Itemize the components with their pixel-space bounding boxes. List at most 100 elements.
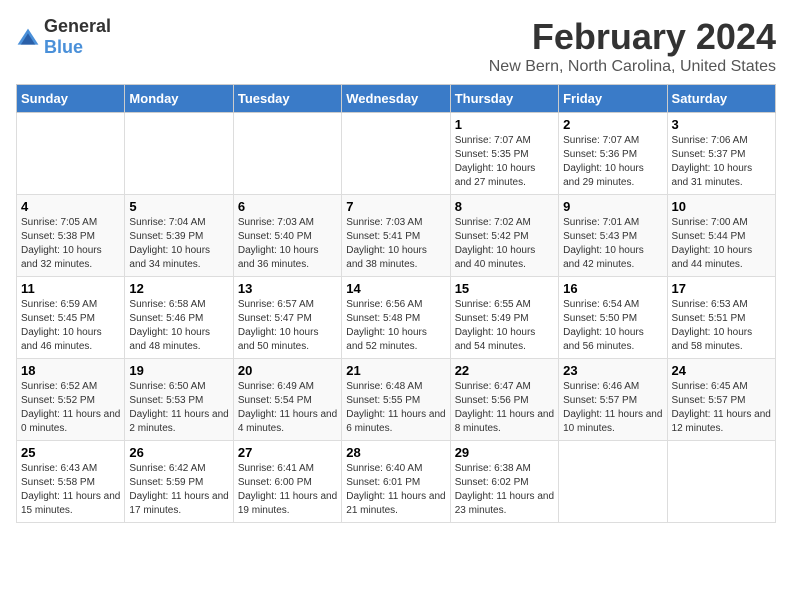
day-info: Sunrise: 6:53 AMSunset: 5:51 PMDaylight:… [672, 298, 771, 354]
calendar-cell [125, 113, 233, 195]
day-info: Sunrise: 6:56 AMSunset: 5:48 PMDaylight:… [346, 298, 445, 354]
calendar-cell: 17 Sunrise: 6:53 AMSunset: 5:51 PMDayligh… [667, 277, 775, 359]
day-info: Sunrise: 7:07 AMSunset: 5:35 PMDaylight:… [455, 134, 554, 190]
day-number: 20 [238, 363, 337, 378]
calendar-cell: 22Sunrise: 6:47 AMSunset: 5:56 PMDayligh… [450, 359, 558, 441]
day-number: 17 [672, 281, 771, 296]
calendar-cell: 25 Sunrise: 6:43 AMSunset: 5:58 PMDayligh… [17, 441, 125, 523]
header-day-sunday: Sunday [17, 85, 125, 113]
day-info: Sunrise: 7:03 AMSunset: 5:40 PMDaylight:… [238, 216, 337, 272]
day-info: Sunrise: 7:04 AMSunset: 5:39 PMDaylight:… [129, 216, 228, 272]
day-number: 10 [672, 199, 771, 214]
day-number: 2 [563, 117, 662, 132]
day-number: 13 [238, 281, 337, 296]
day-info: Sunrise: 6:46 AMSunset: 5:57 PMDaylight:… [563, 380, 662, 436]
day-number: 16 [563, 281, 662, 296]
calendar-cell: 11 Sunrise: 6:59 AMSunset: 5:45 PMDayligh… [17, 277, 125, 359]
day-number: 23 [563, 363, 662, 378]
calendar-cell: 23 Sunrise: 6:46 AMSunset: 5:57 PMDayligh… [559, 359, 667, 441]
day-number: 8 [455, 199, 554, 214]
day-info: Sunrise: 6:57 AMSunset: 5:47 PMDaylight:… [238, 298, 337, 354]
calendar-cell: 13 Sunrise: 6:57 AMSunset: 5:47 PMDayligh… [233, 277, 341, 359]
calendar-cell [559, 441, 667, 523]
day-number: 25 [21, 445, 120, 460]
header-day-friday: Friday [559, 85, 667, 113]
calendar-week-row: 4 Sunrise: 7:05 AMSunset: 5:38 PMDaylight… [17, 195, 776, 277]
calendar-cell: 26Sunrise: 6:42 AMSunset: 5:59 PMDayligh… [125, 441, 233, 523]
main-title: February 2024 [489, 16, 776, 58]
calendar-cell: 6 Sunrise: 7:03 AMSunset: 5:40 PMDaylight… [233, 195, 341, 277]
header-day-saturday: Saturday [667, 85, 775, 113]
calendar-cell [667, 441, 775, 523]
day-number: 3 [672, 117, 771, 132]
header-day-wednesday: Wednesday [342, 85, 450, 113]
calendar-cell: 5 Sunrise: 7:04 AMSunset: 5:39 PMDaylight… [125, 195, 233, 277]
header-day-monday: Monday [125, 85, 233, 113]
calendar-week-row: 11 Sunrise: 6:59 AMSunset: 5:45 PMDayligh… [17, 277, 776, 359]
day-number: 14 [346, 281, 445, 296]
day-number: 5 [129, 199, 228, 214]
day-number: 6 [238, 199, 337, 214]
calendar-cell: 15Sunrise: 6:55 AMSunset: 5:49 PMDayligh… [450, 277, 558, 359]
day-number: 18 [21, 363, 120, 378]
day-number: 29 [455, 445, 554, 460]
day-number: 9 [563, 199, 662, 214]
calendar-cell: 21Sunrise: 6:48 AMSunset: 5:55 PMDayligh… [342, 359, 450, 441]
day-info: Sunrise: 7:00 AMSunset: 5:44 PMDaylight:… [672, 216, 771, 272]
calendar-cell: 3 Sunrise: 7:06 AMSunset: 5:37 PMDaylight… [667, 113, 775, 195]
logo-text-blue: Blue [44, 37, 83, 57]
calendar-cell: 16Sunrise: 6:54 AMSunset: 5:50 PMDayligh… [559, 277, 667, 359]
day-number: 15 [455, 281, 554, 296]
day-info: Sunrise: 6:38 AMSunset: 6:02 PMDaylight:… [455, 462, 554, 518]
day-number: 24 [672, 363, 771, 378]
calendar-cell: 2 Sunrise: 7:07 AMSunset: 5:36 PMDaylight… [559, 113, 667, 195]
calendar-cell: 24 Sunrise: 6:45 AMSunset: 5:57 PMDayligh… [667, 359, 775, 441]
calendar-cell: 27 Sunrise: 6:41 AMSunset: 6:00 PMDayligh… [233, 441, 341, 523]
day-info: Sunrise: 6:49 AMSunset: 5:54 PMDaylight:… [238, 380, 337, 436]
subtitle: New Bern, North Carolina, United States [489, 58, 776, 76]
calendar-cell: 10 Sunrise: 7:00 AMSunset: 5:44 PMDayligh… [667, 195, 775, 277]
day-info: Sunrise: 7:06 AMSunset: 5:37 PMDaylight:… [672, 134, 771, 190]
calendar-cell: 7Sunrise: 7:03 AMSunset: 5:41 PMDaylight… [342, 195, 450, 277]
day-number: 26 [129, 445, 228, 460]
header-day-tuesday: Tuesday [233, 85, 341, 113]
day-number: 11 [21, 281, 120, 296]
calendar-cell: 29 Sunrise: 6:38 AMSunset: 6:02 PMDayligh… [450, 441, 558, 523]
day-info: Sunrise: 6:59 AMSunset: 5:45 PMDaylight:… [21, 298, 120, 354]
day-info: Sunrise: 7:05 AMSunset: 5:38 PMDaylight:… [21, 216, 120, 272]
day-number: 4 [21, 199, 120, 214]
day-number: 7 [346, 199, 445, 214]
day-info: Sunrise: 6:43 AMSunset: 5:58 PMDaylight:… [21, 462, 120, 518]
calendar-cell: 28Sunrise: 6:40 AMSunset: 6:01 PMDayligh… [342, 441, 450, 523]
day-info: Sunrise: 6:58 AMSunset: 5:46 PMDaylight:… [129, 298, 228, 354]
calendar-cell [17, 113, 125, 195]
title-area: February 2024 New Bern, North Carolina, … [489, 16, 776, 76]
day-info: Sunrise: 7:02 AMSunset: 5:42 PMDaylight:… [455, 216, 554, 272]
calendar-cell: 19 Sunrise: 6:50 AMSunset: 5:53 PMDayligh… [125, 359, 233, 441]
day-info: Sunrise: 7:07 AMSunset: 5:36 PMDaylight:… [563, 134, 662, 190]
day-number: 22 [455, 363, 554, 378]
calendar-cell [233, 113, 341, 195]
calendar-week-row: 1Sunrise: 7:07 AMSunset: 5:35 PMDaylight… [17, 113, 776, 195]
day-info: Sunrise: 6:48 AMSunset: 5:55 PMDaylight:… [346, 380, 445, 436]
calendar-week-row: 25 Sunrise: 6:43 AMSunset: 5:58 PMDayligh… [17, 441, 776, 523]
day-number: 12 [129, 281, 228, 296]
calendar-cell: 12 Sunrise: 6:58 AMSunset: 5:46 PMDayligh… [125, 277, 233, 359]
day-info: Sunrise: 6:45 AMSunset: 5:57 PMDaylight:… [672, 380, 771, 436]
calendar-table: SundayMondayTuesdayWednesdayThursdayFrid… [16, 84, 776, 523]
calendar-cell: 4 Sunrise: 7:05 AMSunset: 5:38 PMDaylight… [17, 195, 125, 277]
day-info: Sunrise: 7:01 AMSunset: 5:43 PMDaylight:… [563, 216, 662, 272]
day-number: 19 [129, 363, 228, 378]
day-info: Sunrise: 6:52 AMSunset: 5:52 PMDaylight:… [21, 380, 120, 436]
calendar-cell: 1Sunrise: 7:07 AMSunset: 5:35 PMDaylight… [450, 113, 558, 195]
day-info: Sunrise: 6:41 AMSunset: 6:00 PMDaylight:… [238, 462, 337, 518]
header-day-thursday: Thursday [450, 85, 558, 113]
calendar-cell: 8 Sunrise: 7:02 AMSunset: 5:42 PMDaylight… [450, 195, 558, 277]
logo-icon [16, 27, 40, 47]
header-area: General Blue February 2024 New Bern, Nor… [16, 16, 776, 76]
day-number: 28 [346, 445, 445, 460]
calendar-cell [342, 113, 450, 195]
day-info: Sunrise: 6:50 AMSunset: 5:53 PMDaylight:… [129, 380, 228, 436]
logo-text-general: General [44, 16, 111, 36]
day-number: 27 [238, 445, 337, 460]
